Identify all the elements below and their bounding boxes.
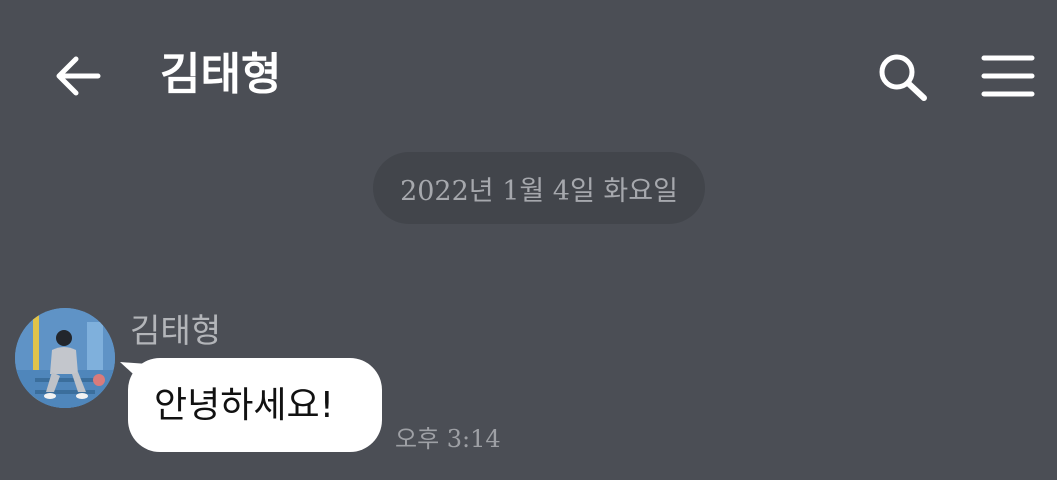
menu-button[interactable] bbox=[980, 50, 1036, 102]
message-bubble[interactable]: 안녕하세요! bbox=[120, 358, 385, 454]
sender-name: 김태형 bbox=[130, 311, 222, 350]
arrow-left-icon bbox=[56, 56, 101, 96]
chat-title: 김태형 bbox=[160, 49, 282, 100]
avatar[interactable] bbox=[15, 308, 115, 408]
search-icon bbox=[879, 54, 927, 101]
bubble-body: 안녕하세요! bbox=[128, 358, 382, 452]
search-button[interactable] bbox=[874, 50, 930, 106]
message-time: 오후 3:14 bbox=[395, 425, 501, 453]
profile-photo-icon bbox=[15, 308, 115, 408]
back-button[interactable] bbox=[50, 48, 106, 104]
date-divider: 2022년 1월 4일 화요일 bbox=[373, 152, 705, 224]
chat-header: 김태형 bbox=[0, 0, 1057, 150]
message-text: 안녕하세요! bbox=[154, 385, 335, 426]
date-divider-label: 2022년 1월 4일 화요일 bbox=[400, 175, 678, 207]
hamburger-menu-icon bbox=[981, 55, 1035, 97]
